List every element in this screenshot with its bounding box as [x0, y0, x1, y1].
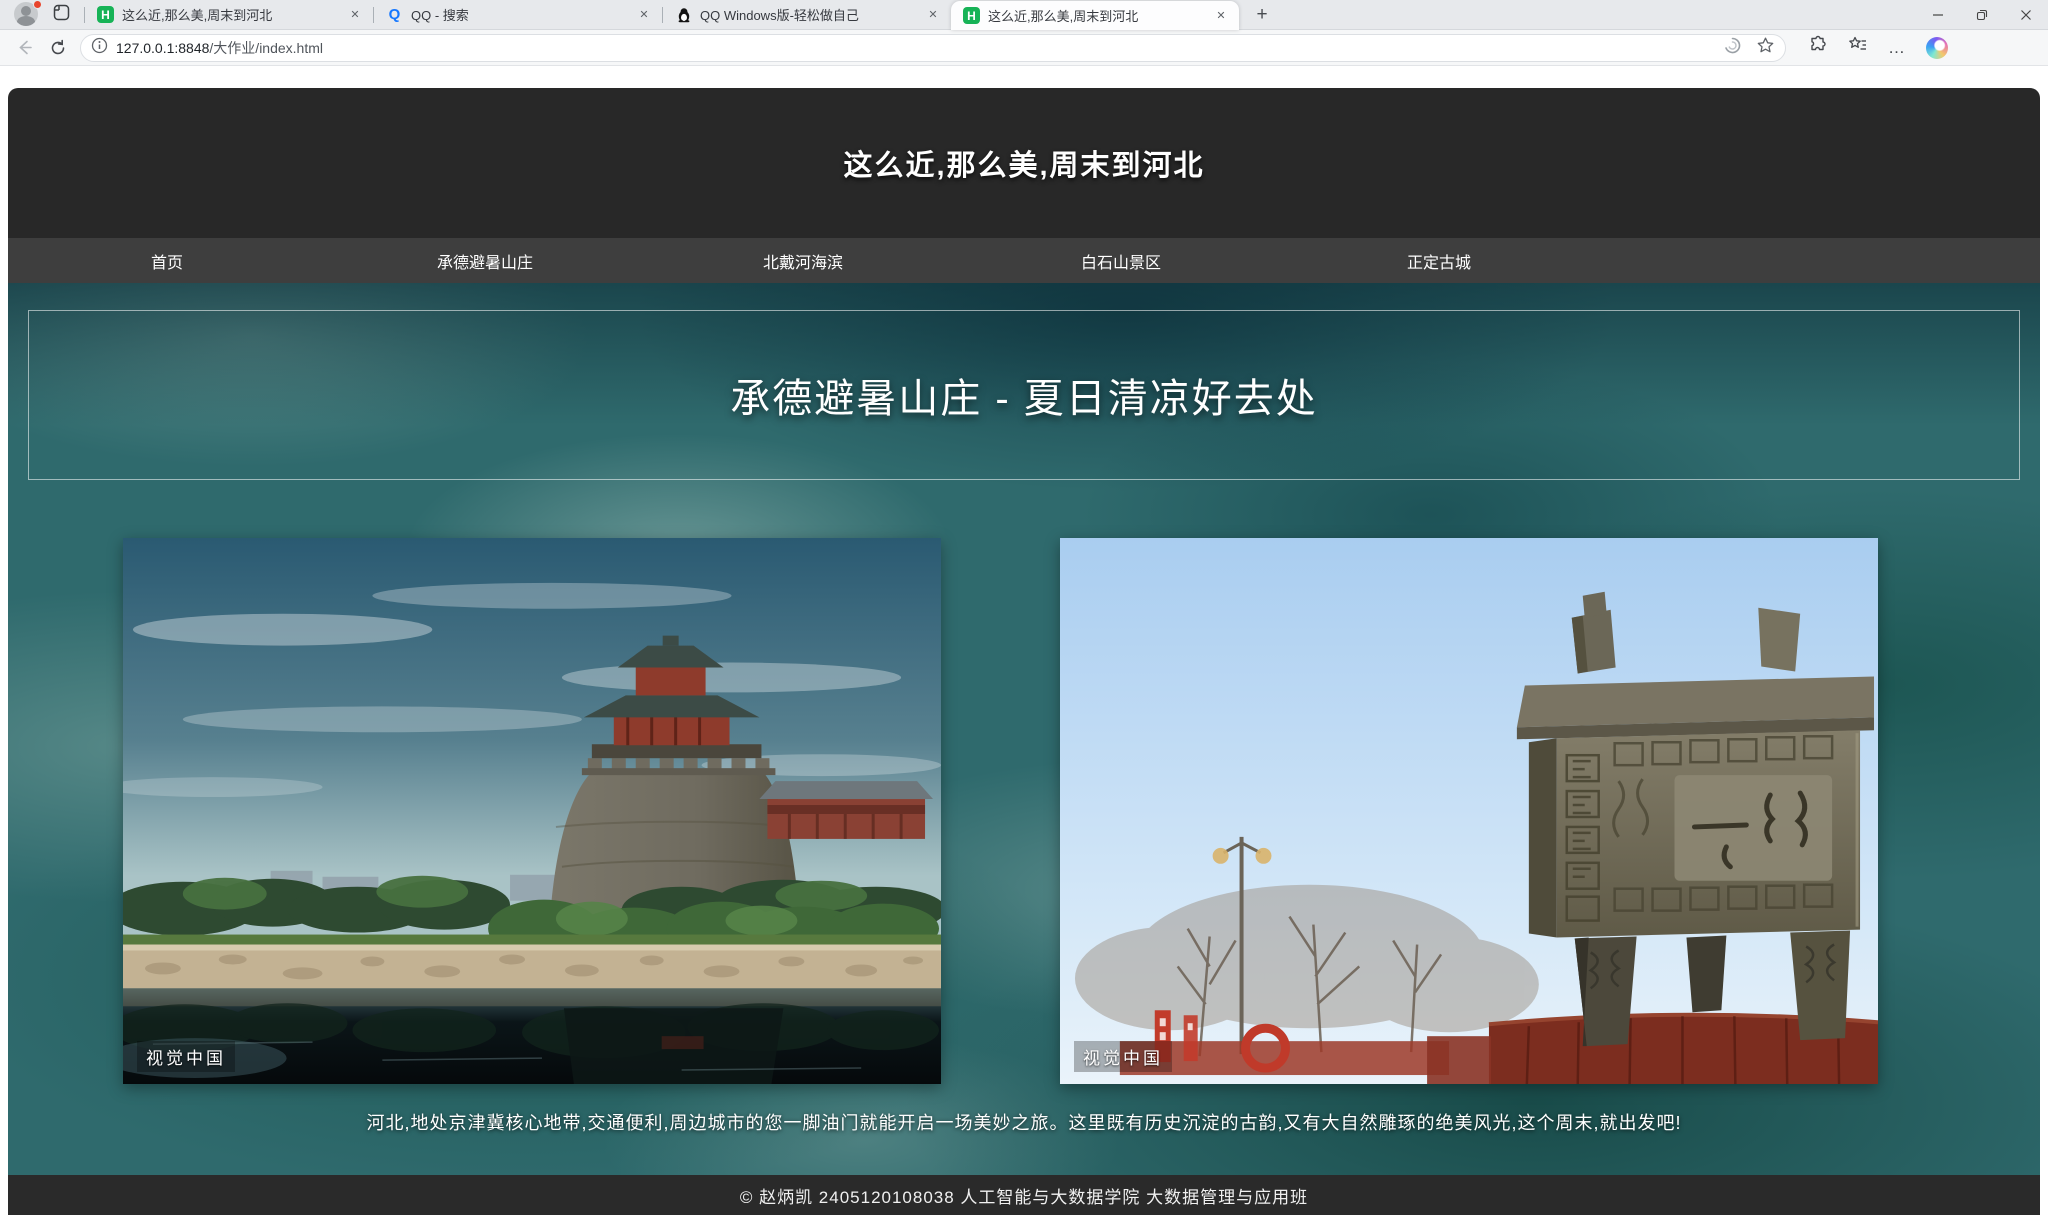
notification-dot: [33, 0, 42, 9]
nav-item-home[interactable]: 首页: [8, 238, 326, 283]
settings-more-icon[interactable]: …: [1888, 38, 1906, 58]
url-text[interactable]: 127.0.0.1:8848/大作业/index.html: [116, 38, 323, 58]
footer-text: © 赵炳凯 2405120108038 人工智能与大数据学院 大数据管理与应用班: [740, 1183, 1308, 1208]
ding-illustration: [1060, 538, 1878, 1084]
window-controls: [1916, 0, 2048, 30]
site-info-icon[interactable]: [91, 37, 108, 59]
profile-avatar[interactable]: [14, 2, 40, 28]
site-footer: © 赵炳凯 2405120108038 人工智能与大数据学院 大数据管理与应用班: [8, 1175, 2040, 1215]
tab-hebei-active[interactable]: H 这么近,那么美,周末到河北 ✕: [951, 1, 1239, 30]
restore-button[interactable]: [1960, 0, 2004, 30]
photo-bronze-ding: 视觉中国: [1060, 538, 1878, 1084]
browser-essentials-icon[interactable]: [1723, 36, 1742, 60]
extensions-icon[interactable]: [1808, 35, 1828, 60]
address-bar[interactable]: 127.0.0.1:8848/大作业/index.html: [80, 34, 1786, 62]
back-button[interactable]: [12, 36, 36, 60]
hero-section: 承德避暑山庄 - 夏日清凉好去处: [8, 283, 2040, 1175]
favorite-star-icon[interactable]: [1756, 36, 1775, 60]
page-title: 这么近,那么美,周末到河北: [843, 142, 1204, 184]
tab-qq-search[interactable]: Q QQ - 搜索 ✕: [374, 0, 662, 30]
close-tab-icon[interactable]: ✕: [347, 7, 363, 23]
watermark-left: 视觉中国: [137, 1041, 235, 1072]
tab-actions-button[interactable]: [48, 2, 74, 28]
tab-strip: H 这么近,那么美,周末到河北 ✕ Q QQ - 搜索 ✕ QQ Windows…: [0, 0, 2048, 30]
watermark-right: 视觉中国: [1074, 1041, 1172, 1072]
close-tab-icon[interactable]: ✕: [1213, 8, 1229, 24]
hero-title-box: 承德避暑山庄 - 夏日清凉好去处: [28, 310, 2020, 480]
minimize-button[interactable]: [1916, 0, 1960, 30]
tab-title: QQ - 搜索: [411, 5, 628, 24]
hero-title: 承德避暑山庄 - 夏日清凉好去处: [730, 366, 1318, 424]
qq-penguin-icon: [675, 6, 692, 23]
hbuilder-icon: H: [963, 7, 980, 24]
hbuilder-icon: H: [97, 6, 114, 23]
workspaces-icon: [53, 4, 70, 26]
nav-item-beidaihe[interactable]: 北戴河海滨: [644, 238, 962, 283]
tab-hebei-1[interactable]: H 这么近,那么美,周末到河北 ✕: [85, 0, 373, 30]
favorites-list-icon[interactable]: [1848, 35, 1868, 60]
close-window-button[interactable]: [2004, 0, 2048, 30]
close-tab-icon[interactable]: ✕: [925, 7, 941, 23]
photo-congtai-fortress: 视觉中国: [123, 538, 941, 1084]
close-tab-icon[interactable]: ✕: [636, 7, 652, 23]
photo-gallery: 视觉中国: [123, 538, 1878, 1084]
intro-paragraph: 河北,地处京津冀核心地带,交通便利,周边城市的您一脚油门就能开启一场美妙之旅。这…: [8, 1109, 2040, 1135]
refresh-button[interactable]: [46, 36, 70, 60]
nav-item-baishishan[interactable]: 白石山景区: [962, 238, 1280, 283]
new-tab-button[interactable]: +: [1249, 2, 1275, 28]
site-header: 这么近,那么美,周末到河北: [8, 88, 2040, 238]
tab-title: 这么近,那么美,周末到河北: [988, 6, 1205, 25]
qq-search-icon: Q: [386, 6, 403, 23]
toolbar-actions: …: [1808, 35, 1948, 60]
nav-item-chengde[interactable]: 承德避暑山庄: [326, 238, 644, 283]
tab-title: QQ Windows版-轻松做自己: [700, 5, 917, 24]
tab-qq-windows[interactable]: QQ Windows版-轻松做自己 ✕: [663, 0, 951, 30]
site-nav: 首页 承德避暑山庄 北戴河海滨 白石山景区 正定古城: [8, 238, 2040, 283]
copilot-icon[interactable]: [1926, 37, 1948, 59]
browser-toolbar: 127.0.0.1:8848/大作业/index.html …: [0, 30, 2048, 66]
tab-title: 这么近,那么美,周末到河北: [122, 5, 339, 24]
page-viewport: 这么近,那么美,周末到河北 首页 承德避暑山庄 北戴河海滨 白石山景区 正定古城…: [0, 88, 2048, 1215]
nav-item-zhengding[interactable]: 正定古城: [1280, 238, 1598, 283]
fortress-illustration: [123, 538, 941, 1084]
